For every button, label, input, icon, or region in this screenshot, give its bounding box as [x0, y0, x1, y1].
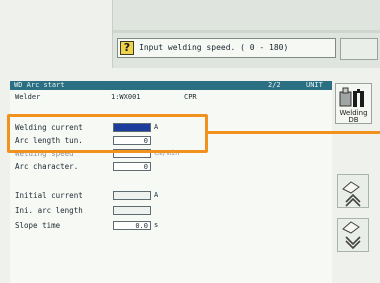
initial-current-label: Initial current — [15, 191, 83, 200]
slope-time-unit: s — [154, 221, 159, 229]
input-prompt-bar: ? Input welding speed. ( 0 - 180) — [117, 38, 336, 58]
unit-badge: UNIT — [306, 81, 323, 89]
page-up-icon — [342, 181, 361, 207]
panel-title-bar: WD Arc start 2/2 UNIT — [10, 81, 332, 90]
welding-db-label: Welding DB — [339, 109, 368, 124]
initial-current-unit: A — [154, 191, 159, 199]
panel-title: WD Arc start — [14, 81, 65, 89]
arc-character-field[interactable]: 0 — [113, 162, 151, 171]
page-down-button[interactable] — [337, 218, 369, 252]
initial-arc-length-label: Ini. arc length — [15, 206, 83, 215]
page-indicator: 2/2 — [268, 81, 281, 89]
slope-time-label: Slope time — [15, 221, 61, 230]
welder-type: CPR — [184, 93, 197, 101]
welder-label: Welder — [15, 93, 41, 101]
highlight-leader-line — [207, 131, 380, 134]
question-icon: ? — [120, 41, 134, 55]
welding-db-button[interactable]: Welding DB — [335, 83, 372, 124]
welding-db-icon — [339, 87, 364, 107]
page-up-button[interactable] — [337, 174, 369, 208]
page-down-icon — [342, 221, 361, 250]
prompt-text: Input welding speed. ( 0 - 180) — [139, 43, 289, 52]
arc-character-label: Arc character. — [15, 162, 79, 171]
initial-arc-length-field[interactable] — [113, 206, 151, 215]
welder-value: 1:WX001 — [111, 93, 141, 101]
prompt-side-box — [340, 38, 378, 60]
arc-start-panel: WD Arc start 2/2 UNIT Welder 1:WX001 CPR… — [10, 81, 332, 283]
slope-time-field[interactable]: 0.0 — [113, 221, 151, 230]
highlight-frame — [7, 114, 208, 153]
top-divider — [113, 30, 380, 33]
initial-current-field[interactable] — [113, 191, 151, 200]
